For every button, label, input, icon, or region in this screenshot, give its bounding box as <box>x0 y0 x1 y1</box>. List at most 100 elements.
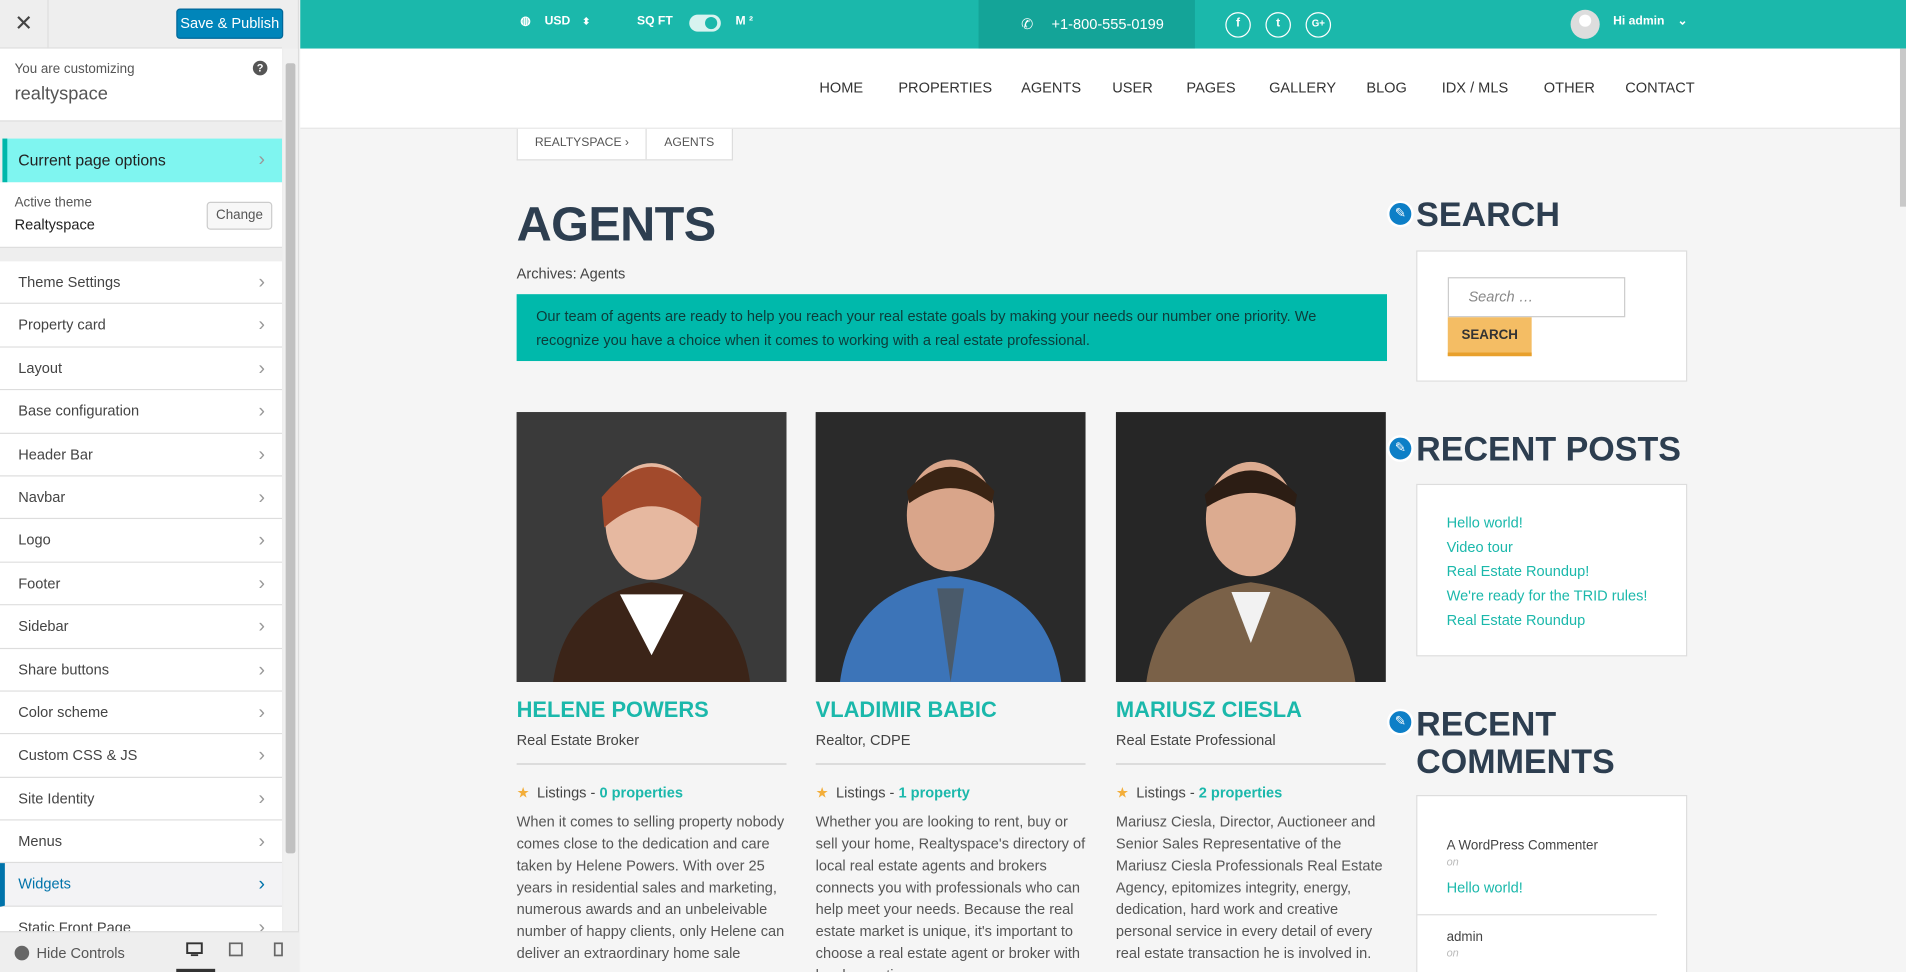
chevron-right-icon: › <box>258 149 266 171</box>
search-input[interactable]: Search … <box>1447 277 1626 318</box>
customizer-menu-item-label: Property card <box>18 316 106 334</box>
recent-post-link[interactable]: Hello world! <box>1417 511 1686 535</box>
listings-count-link[interactable]: 2 properties <box>1199 784 1283 801</box>
customizer-menu-item[interactable]: Navbar › <box>0 476 283 520</box>
customizer-menu-item-label: Share buttons <box>18 660 110 678</box>
edit-widget-icon[interactable]: ✎ <box>1386 435 1414 462</box>
nav-item[interactable]: PAGES <box>1186 79 1235 96</box>
customizer-menu-item-label: Widgets <box>18 875 71 893</box>
chevron-down-icon[interactable]: ⌄ <box>1678 15 1688 28</box>
star-icon: ★ <box>815 784 829 802</box>
customizer-menu-item[interactable]: Layout › <box>0 347 283 391</box>
recent-comments-title-line2: COMMENTS <box>1416 742 1615 781</box>
recent-comments-widget: A WordPress Commenter on Hello world! ad… <box>1416 795 1688 972</box>
comment-post-link[interactable]: Hello world! <box>1417 875 1657 916</box>
phone-icon: ✆ <box>1021 15 1034 33</box>
recent-post-link[interactable]: Real Estate Roundup! <box>1417 559 1686 583</box>
customizer-menu-item[interactable]: Site Identity › <box>0 777 283 821</box>
customizer-scrollbar-thumb[interactable] <box>285 63 296 854</box>
agent-photo[interactable] <box>1115 412 1386 682</box>
customizer-menu-item[interactable]: Logo › <box>0 519 283 563</box>
user-greeting[interactable]: Hi admin <box>1613 15 1664 28</box>
save-publish-button[interactable]: Save & Publish <box>176 8 284 39</box>
unit-sqft-label: SQ FT <box>636 14 673 28</box>
chevron-right-icon: › <box>258 401 266 423</box>
nav-item[interactable]: GALLERY <box>1269 79 1336 96</box>
listings-count-link[interactable]: 1 property <box>898 784 969 801</box>
change-theme-button[interactable]: Change <box>206 201 273 230</box>
recent-post-link[interactable]: Real Estate Roundup <box>1417 608 1686 632</box>
unit-toggle[interactable] <box>689 14 721 32</box>
agent-bio: When it comes to selling property nobody… <box>516 813 785 962</box>
breadcrumb-item[interactable]: REALTYSPACE › <box>518 128 648 160</box>
customizer-menu-item[interactable]: Base configuration › <box>0 390 283 434</box>
twitter-icon[interactable]: t <box>1265 12 1291 38</box>
nav-item[interactable]: OTHER <box>1544 79 1595 96</box>
chevron-right-icon: › <box>258 358 266 380</box>
agent-card: VLADIMIR BABIC Realtor, CDPE ★ Listings -… <box>815 412 1086 972</box>
current-page-options[interactable]: Current page options › <box>2 138 283 183</box>
customizer-header: ✕ Save & Publish <box>0 0 284 49</box>
archives-label: Archives: Agents <box>516 265 626 283</box>
customizer-menu-item[interactable]: Menus › <box>0 820 283 864</box>
agent-photo[interactable] <box>815 412 1086 682</box>
customizer-menu-item[interactable]: Custom CSS & JS › <box>0 734 283 778</box>
currency-selector[interactable]: USD <box>545 15 571 28</box>
recent-posts-title: RECENT POSTS <box>1416 430 1681 469</box>
chevron-right-icon: › <box>258 702 266 724</box>
close-icon[interactable]: ✕ <box>0 0 49 49</box>
customizer-menu-item-label: Color scheme <box>18 703 109 721</box>
recent-post-link[interactable]: We're ready for the TRID rules! <box>1417 583 1686 607</box>
customizer-menu-item[interactable]: Sidebar › <box>0 605 283 649</box>
page-scrollbar[interactable] <box>1899 48 1906 207</box>
customizer-menu-item-label: Sidebar <box>18 617 69 635</box>
customizer-menu-item-label: Navbar <box>18 488 66 506</box>
recent-post-link[interactable]: Video tour <box>1417 535 1686 559</box>
agent-listings: ★ Listings - 0 properties <box>517 784 787 801</box>
hide-controls-button[interactable]: Hide Controls <box>14 945 125 962</box>
search-button[interactable]: SEARCH <box>1447 317 1532 357</box>
chevron-right-icon: › <box>258 272 266 293</box>
edit-widget-icon[interactable]: ✎ <box>1386 200 1414 228</box>
customizer-menu-item-label: Base configuration <box>18 402 140 420</box>
agent-name[interactable]: VLADIMIR BABIC <box>816 698 1086 724</box>
chevron-right-icon: › <box>258 315 266 336</box>
chevron-right-icon: › <box>258 444 266 466</box>
search-widget: Search … SEARCH <box>1416 250 1688 382</box>
facebook-icon[interactable]: f <box>1225 12 1251 38</box>
agent-name[interactable]: HELENE POWERS <box>517 698 787 724</box>
customizer-menu-item[interactable]: Header Bar › <box>0 433 283 477</box>
customizer-menu-item-label: Footer <box>18 574 61 592</box>
listings-count-link[interactable]: 0 properties <box>599 784 683 801</box>
listings-label: Listings - <box>1136 784 1195 802</box>
current-page-options-label: Current page options <box>18 150 166 169</box>
mobile-preview-icon[interactable] <box>269 942 288 961</box>
help-icon[interactable]: ? <box>252 60 268 76</box>
comment-author: admin <box>1446 929 1483 945</box>
nav-item[interactable]: HOME <box>819 79 863 96</box>
desktop-preview-icon[interactable] <box>185 942 204 961</box>
agent-name[interactable]: MARIUSZ CIESLA <box>1116 698 1386 724</box>
avatar[interactable] <box>1570 9 1600 39</box>
agent-role: Real Estate Broker <box>516 732 787 765</box>
nav-item[interactable]: IDX / MLS <box>1442 79 1508 96</box>
nav-item[interactable]: USER <box>1112 79 1153 96</box>
nav-item[interactable]: AGENTS <box>1021 79 1081 96</box>
customizer-menu-item[interactable]: Footer › <box>0 562 283 606</box>
customizer-menu-item[interactable]: Widgets › <box>0 863 283 907</box>
chevron-right-icon: › <box>258 530 266 552</box>
tablet-preview-icon[interactable] <box>226 942 245 961</box>
google-plus-icon[interactable]: G+ <box>1305 12 1332 38</box>
nav-item[interactable]: CONTACT <box>1625 79 1694 96</box>
edit-widget-icon[interactable]: ✎ <box>1386 708 1414 736</box>
customizer-menu-item[interactable]: Theme Settings › <box>0 261 283 305</box>
customizer-menu-item[interactable]: Property card › <box>0 304 283 348</box>
nav-item[interactable]: PROPERTIES <box>898 79 992 96</box>
customizer-menu-item[interactable]: Color scheme › <box>0 691 283 735</box>
agent-listings: ★ Listings - 1 property <box>816 784 1086 801</box>
customizer-menu-item[interactable]: Share buttons › <box>0 648 283 692</box>
phone-box[interactable]: ✆ +1-800-555-0199 <box>978 0 1195 49</box>
star-icon: ★ <box>516 784 530 802</box>
agent-photo[interactable] <box>516 412 787 682</box>
nav-item[interactable]: BLOG <box>1366 79 1407 96</box>
